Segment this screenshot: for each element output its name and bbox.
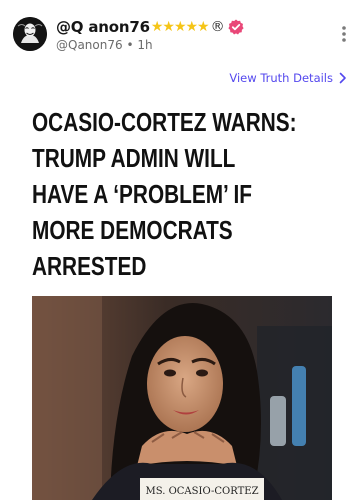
article-photo[interactable]: MS. OCASIO-CORTEZ — [32, 296, 332, 500]
star-rating: ★★★★★ — [150, 19, 210, 35]
article-image: MS. OCASIO-CORTEZ — [32, 296, 332, 500]
handle-line: @Qanon76 • 1h — [56, 38, 153, 52]
view-truth-details-link[interactable]: View Truth Details — [229, 71, 347, 85]
handle[interactable]: @Qanon76 — [56, 38, 123, 52]
more-options-button[interactable] — [332, 22, 356, 46]
author-name-line: @Q anon76 ★★★★★ ® — [56, 16, 244, 38]
display-name[interactable]: @Q anon76 — [56, 18, 150, 36]
separator-dot: • — [126, 38, 134, 52]
post-header: @Q anon76 ★★★★★ ® @Qanon76 • 1h — [0, 0, 364, 66]
timestamp[interactable]: 1h — [137, 38, 152, 52]
headline-line: TRUMP ADMIN WILL — [32, 143, 236, 173]
headline-line: OCASIO-CORTEZ WARNS: — [32, 107, 297, 137]
truth-details-label: View Truth Details — [229, 71, 333, 85]
anonymous-mask-icon — [13, 17, 47, 51]
nameplate-text: MS. OCASIO-CORTEZ — [145, 486, 258, 497]
article-headline[interactable]: OCASIO-CORTEZ WARNS: TRUMP ADMIN WILL HA… — [32, 104, 336, 284]
headline-line: ARRESTED — [32, 251, 147, 281]
verified-badge-icon — [228, 19, 244, 35]
avatar[interactable] — [13, 17, 47, 51]
headline-line: MORE DEMOCRATS — [32, 215, 233, 245]
vertical-ellipsis-icon — [342, 26, 346, 42]
headline-line: HAVE A ‘PROBLEM’ IF — [32, 179, 252, 209]
chevron-right-icon — [339, 72, 346, 84]
registered-mark: ® — [210, 19, 225, 35]
